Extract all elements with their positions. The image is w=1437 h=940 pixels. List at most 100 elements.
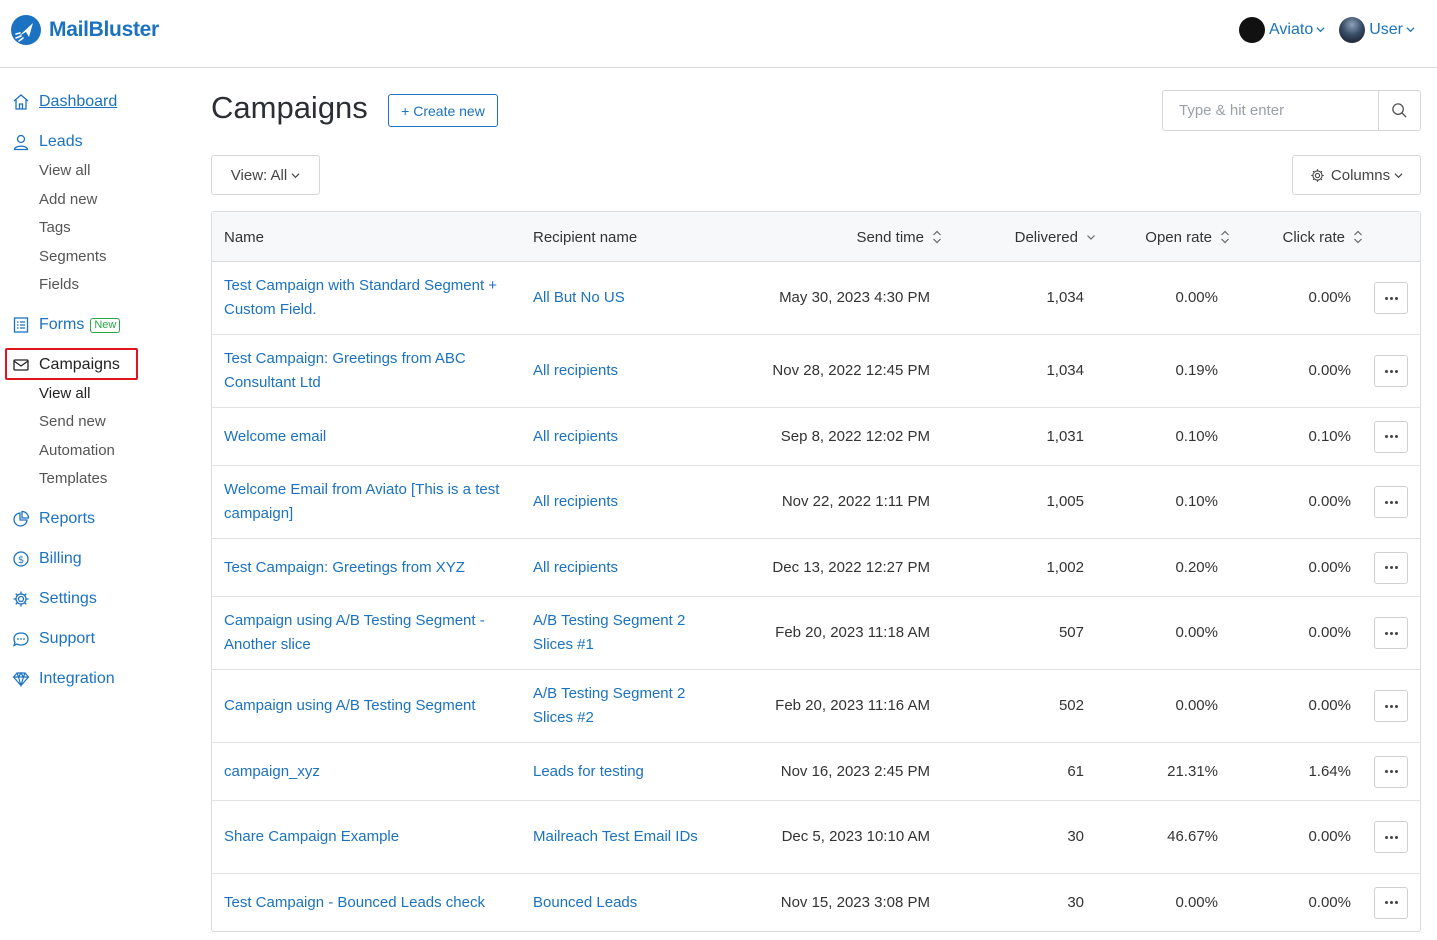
sidebar-subitem-automation[interactable]: Automation <box>39 442 115 459</box>
campaign-name-link[interactable]: Share Campaign Example <box>224 801 514 873</box>
column-header-name: Name <box>224 212 264 262</box>
campaign-name-link[interactable]: campaign_xyz <box>224 743 514 800</box>
campaign-name-link[interactable]: Campaign using A/B Testing Segment - Ano… <box>224 597 514 669</box>
delivered-count: 30 <box>1067 893 1084 911</box>
svg-text:$: $ <box>18 555 24 566</box>
recipient-link[interactable]: A/B Testing Segment 2 Slices #2 <box>533 670 713 742</box>
sidebar-subitem-leads-add-new[interactable]: Add new <box>39 191 97 208</box>
click-rate: 0.10% <box>1308 427 1351 445</box>
sidebar-subitem-fields[interactable]: Fields <box>39 276 79 293</box>
mail-icon <box>11 355 31 375</box>
sidebar-item-leads[interactable]: Leads <box>11 129 83 155</box>
column-header-delivered[interactable]: Delivered <box>1015 212 1096 262</box>
avatar <box>1339 17 1366 43</box>
recipient-link[interactable]: All But No US <box>533 262 713 334</box>
diamond-icon <box>11 669 31 689</box>
form-icon <box>11 315 31 335</box>
recipient-link[interactable]: Leads for testing <box>533 743 713 800</box>
more-actions-button[interactable] <box>1374 755 1408 788</box>
chevron-down-icon <box>1406 21 1415 39</box>
recipient-link[interactable]: All recipients <box>533 408 713 465</box>
recipient-link[interactable]: A/B Testing Segment 2 Slices #1 <box>533 597 713 669</box>
sidebar-subitem-tags[interactable]: Tags <box>39 219 71 236</box>
campaign-name-link[interactable]: Welcome Email from Aviato [This is a tes… <box>224 466 514 538</box>
campaign-name-link[interactable]: Campaign using A/B Testing Segment <box>224 670 514 742</box>
chevron-down-icon <box>291 171 300 180</box>
user-menu[interactable]: User <box>1339 17 1415 43</box>
recipient-link[interactable]: Mailreach Test Email IDs <box>533 801 713 873</box>
column-header-send-time[interactable]: Send time <box>856 212 942 262</box>
campaign-name-link[interactable]: Test Campaign: Greetings from ABC Consul… <box>224 335 514 407</box>
click-rate: 0.00% <box>1308 289 1351 306</box>
sidebar-item-integration[interactable]: Integration <box>11 666 115 692</box>
user-icon <box>11 132 31 152</box>
more-actions-button[interactable] <box>1374 282 1408 314</box>
campaign-name-link[interactable]: Test Campaign with Standard Segment + Cu… <box>224 262 514 334</box>
campaigns-table: Name Recipient name Send time Delivered … <box>211 211 1421 932</box>
more-actions-button[interactable] <box>1374 355 1408 387</box>
sidebar-subitem-segments[interactable]: Segments <box>39 248 107 265</box>
delivered-count: 1,005 <box>1046 493 1084 510</box>
click-rate: 0.00% <box>1308 362 1351 379</box>
send-time: Feb 20, 2023 11:16 AM <box>775 697 930 714</box>
column-header-label: Send time <box>856 228 924 246</box>
sidebar-item-forms[interactable]: Forms New <box>11 312 121 338</box>
search-icon <box>1392 103 1407 118</box>
columns-dropdown[interactable]: Columns <box>1292 155 1421 195</box>
recipient-link[interactable]: All recipients <box>533 466 713 538</box>
sidebar-subitem-send-new[interactable]: Send new <box>39 413 106 430</box>
chat-icon <box>11 629 31 649</box>
column-header-open-rate[interactable]: Open rate <box>1145 212 1230 262</box>
chevron-down-icon <box>1316 21 1325 39</box>
org-switcher[interactable]: Aviato <box>1239 17 1325 43</box>
aviato-logo-icon <box>1239 17 1266 43</box>
send-time: Nov 16, 2023 2:45 PM <box>780 762 930 780</box>
sidebar-subitem-templates[interactable]: Templates <box>39 470 107 487</box>
campaign-name-link[interactable]: Welcome email <box>224 408 514 465</box>
sidebar-item-label: Reports <box>39 510 96 527</box>
brand-name: MailBluster <box>49 18 159 41</box>
mailbluster-logo-icon <box>11 15 41 45</box>
more-actions-button[interactable] <box>1374 821 1408 853</box>
send-time: Nov 22, 2022 1:11 PM <box>781 493 930 510</box>
send-time: May 30, 2023 4:30 PM <box>779 289 930 306</box>
sidebar-item-billing[interactable]: $ Billing <box>11 546 82 572</box>
sort-desc-icon <box>1086 230 1096 244</box>
sidebar-item-label: Campaigns <box>39 356 120 373</box>
more-actions-button[interactable] <box>1374 690 1408 722</box>
sidebar-item-label: Settings <box>39 590 97 607</box>
delivered-count: 30 <box>1067 828 1084 845</box>
search-button[interactable] <box>1378 91 1420 130</box>
open-rate: 0.00% <box>1175 289 1218 306</box>
table-row: Test Campaign: Greetings from XYZ All re… <box>212 539 1420 597</box>
recipient-link[interactable]: All recipients <box>533 335 713 407</box>
sidebar-item-campaigns[interactable]: Campaigns <box>11 352 120 378</box>
sidebar-item-settings[interactable]: Settings <box>11 586 97 612</box>
campaign-name-link[interactable]: Test Campaign - Bounced Leads check <box>224 874 514 931</box>
campaign-name-link[interactable]: Test Campaign: Greetings from XYZ <box>224 539 514 596</box>
view-filter-dropdown[interactable]: View: All <box>211 155 320 195</box>
pie-chart-icon <box>11 509 31 529</box>
search-input[interactable] <box>1163 91 1378 130</box>
recipient-link[interactable]: All recipients <box>533 539 713 596</box>
more-actions-button[interactable] <box>1374 420 1408 453</box>
sidebar-subitem-leads-view-all[interactable]: View all <box>39 162 90 179</box>
open-rate: 0.10% <box>1175 427 1218 445</box>
brand-logo[interactable]: MailBluster <box>10 14 159 46</box>
sidebar-item-dashboard[interactable]: Dashboard <box>11 89 117 115</box>
sidebar-subitem-campaigns-view-all[interactable]: View all <box>39 385 90 402</box>
recipient-link[interactable]: Bounced Leads <box>533 874 713 931</box>
sidebar-item-label: Support <box>39 630 96 647</box>
sidebar-item-reports[interactable]: Reports <box>11 506 95 532</box>
delivered-count: 1,034 <box>1046 362 1084 379</box>
column-header-label: Open rate <box>1145 228 1212 246</box>
column-header-label: Delivered <box>1014 228 1078 246</box>
sidebar-item-support[interactable]: Support <box>11 626 95 652</box>
create-new-button[interactable]: + Create new <box>388 94 498 127</box>
sidebar-item-label: Dashboard <box>39 93 118 110</box>
more-actions-button[interactable] <box>1374 886 1408 919</box>
more-actions-button[interactable] <box>1374 617 1408 649</box>
more-actions-button[interactable] <box>1374 486 1408 518</box>
column-header-click-rate[interactable]: Click rate <box>1282 212 1363 262</box>
more-actions-button[interactable] <box>1374 551 1408 584</box>
